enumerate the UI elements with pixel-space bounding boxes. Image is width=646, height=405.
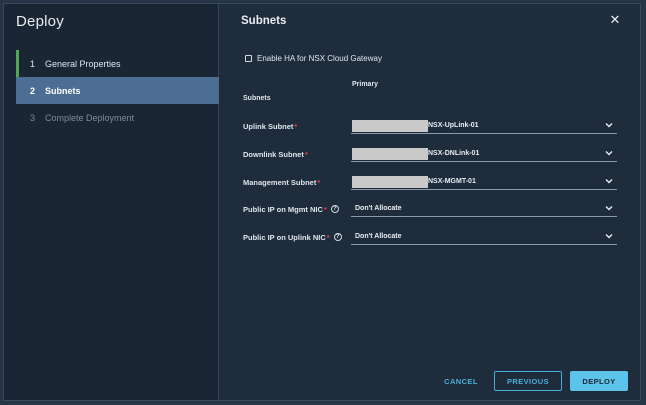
uplink-subnet-label: Uplink Subnet [243,121,294,131]
column-header-primary: Primary [352,81,379,88]
field-label: Downlink Subnet * [243,150,351,159]
wizard-title: Deploy [16,13,64,30]
uplink-subnet-select[interactable]: NSX-UpLink-01 [351,118,617,134]
public-ip-uplink-row: Public IP on Uplink NIC * ? Don't Allocat… [243,229,623,245]
field-label: Uplink Subnet * [243,122,351,131]
select-value: NSX-MGMT-01 [428,178,476,185]
chevron-down-icon [605,151,613,156]
enable-ha-label[interactable]: Enable HA for NSX Cloud Gateway [257,54,382,63]
cancel-button[interactable]: CANCEL [436,371,486,391]
chevron-down-icon [605,123,613,128]
step-number: 2 [30,85,36,96]
step-label: Complete Deployment [45,112,135,123]
required-marker: * [323,204,327,214]
wizard-content: Subnets ✕ Enable HA for NSX Cloud Gatewa… [219,4,640,400]
enable-ha-row: Enable HA for NSX Cloud Gateway [245,54,382,63]
wizard-steps: 1 General Properties 2 Subnets 3 Complet… [16,50,219,131]
downlink-subnet-label: Downlink Subnet [243,149,304,159]
step-complete-deployment[interactable]: 3 Complete Deployment [16,104,219,131]
uplink-subnet-row: Uplink Subnet * NSX-UpLink-01 [243,118,623,134]
step-general-properties[interactable]: 1 General Properties [16,50,219,77]
downlink-subnet-select[interactable]: NSX-DNLink-01 [351,146,617,162]
help-icon[interactable]: ? [333,233,342,241]
field-label: Management Subnet * [243,178,351,187]
previous-button[interactable]: PREVIOUS [494,371,562,391]
step-label: General Properties [45,58,121,69]
step-number: 3 [30,112,36,123]
public-ip-mgmt-label: Public IP on Mgmt NIC [243,204,323,214]
required-marker: * [317,177,321,187]
management-subnet-row: Management Subnet * NSX-MGMT-01 [243,174,623,190]
management-subnet-select[interactable]: NSX-MGMT-01 [351,174,617,190]
field-label: Public IP on Uplink NIC * ? [243,233,351,242]
enable-ha-checkbox[interactable] [245,55,252,62]
page-title: Subnets [241,15,287,27]
step-subnets[interactable]: 2 Subnets [16,77,219,104]
public-ip-mgmt-select[interactable]: Don't Allocate [351,201,617,217]
column-header-subnets: Subnets [243,95,271,102]
wizard-footer: CANCEL PREVIOUS DEPLOY [436,371,628,391]
deploy-wizard-modal: Deploy 1 General Properties 2 Subnets 3 … [3,3,641,401]
public-ip-uplink-select[interactable]: Don't Allocate [351,229,617,245]
select-value: NSX-UpLink-01 [428,122,479,129]
deploy-button[interactable]: DEPLOY [570,371,628,391]
field-label: Public IP on Mgmt NIC * ? [243,205,351,214]
select-value: Don't Allocate [355,205,402,212]
required-marker: * [326,232,330,242]
help-icon[interactable]: ? [330,205,339,213]
management-subnet-label: Management Subnet [243,177,317,187]
public-ip-uplink-label: Public IP on Uplink NIC [243,232,326,242]
required-marker: * [304,149,308,159]
downlink-subnet-row: Downlink Subnet * NSX-DNLink-01 [243,146,623,162]
chevron-down-icon [605,179,613,184]
step-number: 1 [30,58,36,69]
redacted-region [352,119,428,132]
chevron-down-icon [605,234,613,239]
redacted-region [352,147,428,160]
select-value: Don't Allocate [355,233,402,240]
step-label: Subnets [45,85,81,96]
redacted-region [352,175,428,188]
required-marker: * [294,121,298,131]
chevron-down-icon [605,206,613,211]
close-icon[interactable]: ✕ [608,13,622,27]
select-value: NSX-DNLink-01 [428,150,480,157]
public-ip-mgmt-row: Public IP on Mgmt NIC * ? Don't Allocate [243,201,623,217]
wizard-nav: Deploy 1 General Properties 2 Subnets 3 … [4,4,219,400]
